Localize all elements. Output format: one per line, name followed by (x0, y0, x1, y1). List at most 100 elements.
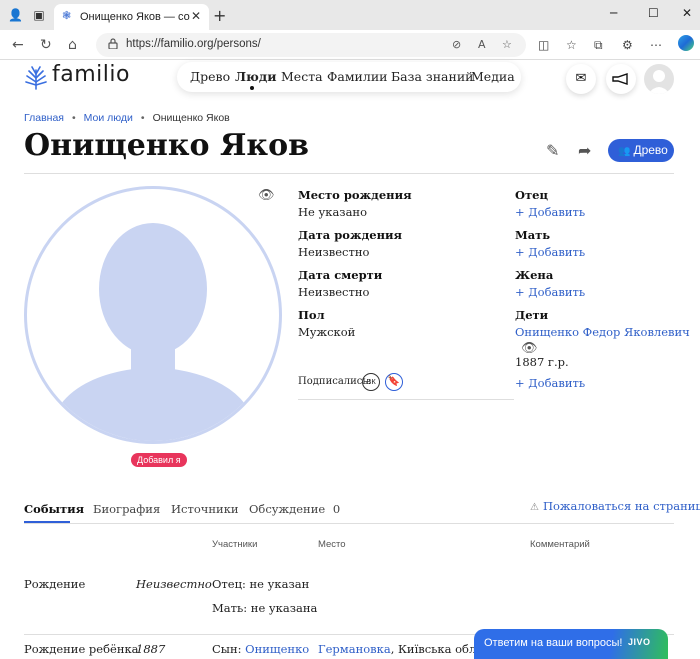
breadcrumb-separator: • (71, 112, 76, 124)
breadcrumb-current: Онищенко Яков (152, 112, 230, 124)
death-date-value: Неизвестно (298, 285, 370, 299)
maximize-icon[interactable]: ☐ (648, 6, 659, 20)
breadcrumb-separator: • (140, 112, 145, 124)
warning-icon: ⚠ (530, 502, 539, 513)
tracking-icon[interactable]: ⊘ (452, 38, 461, 51)
event-name: Рождение (24, 577, 86, 591)
read-aloud-icon[interactable]: A (478, 38, 486, 51)
tab-events[interactable]: События (24, 502, 84, 516)
user-avatar[interactable] (644, 64, 674, 94)
birth-date-value: Неизвестно (298, 245, 370, 259)
tab-discussion[interactable]: Обсуждение 0 (249, 502, 340, 516)
nav-people[interactable]: Люди (235, 69, 276, 84)
nav-places[interactable]: Места (281, 69, 323, 84)
url-text: https://familio.org/persons/ (126, 38, 261, 50)
birth-place-label: Место рождения (298, 188, 412, 202)
breadcrumb-home[interactable]: Главная (24, 112, 64, 124)
collections-icon[interactable]: ⧉ (594, 38, 603, 53)
children-label: Дети (515, 308, 549, 322)
browser-tab-bar: 👤 ▣ ❃ Онищенко Яков — сохранить п ✕ + ─ … (0, 0, 700, 30)
refresh-icon[interactable]: ↻ (40, 37, 52, 53)
url-field[interactable]: https://familio.org/persons/ ⊘ A ☆ (96, 33, 526, 57)
person-photo[interactable] (24, 186, 282, 444)
breadcrumb: Главная • Мои люди • Онищенко Яков (24, 112, 230, 124)
user-silhouette-icon (648, 70, 670, 94)
death-date-label: Дата смерти (298, 268, 383, 282)
browser-tab-title: Онищенко Яков — сохранить п (80, 11, 190, 23)
column-header-comment: Комментарий (530, 539, 590, 550)
active-nav-indicator (250, 86, 254, 90)
tab-biography[interactable]: Биография (93, 502, 160, 516)
new-tab-icon[interactable]: + (213, 6, 226, 25)
tab-discussion-label: Обсуждение (249, 502, 326, 516)
birth-place-value: Не указано (298, 205, 368, 219)
back-icon[interactable]: ← (12, 37, 24, 53)
extensions-icon[interactable]: ⚙ (622, 38, 633, 52)
event-participant-mother: Мать: не указана (212, 601, 318, 615)
page-title: Онищенко Яков (24, 128, 309, 163)
tree-button[interactable]: 👥 Древо (608, 139, 674, 162)
title-divider (24, 173, 674, 174)
minimize-icon[interactable]: ─ (610, 6, 617, 20)
tree-logo-icon (25, 66, 47, 90)
browser-tab[interactable]: ❃ Онищенко Яков — сохранить п ✕ (54, 4, 209, 30)
add-wife-link[interactable]: + Добавить (515, 285, 585, 299)
add-father-link[interactable]: + Добавить (515, 205, 585, 219)
report-page-label: Пожаловаться на страницу (542, 499, 700, 513)
mother-label: Мать (515, 228, 551, 242)
report-page-link[interactable]: ⚠ Пожаловаться на страницу (530, 499, 700, 513)
column-header-place: Место (318, 539, 346, 550)
subscriber-bookmark-icon[interactable]: 🔖 (385, 373, 403, 391)
subscribers-divider (298, 399, 514, 400)
edit-pencil-icon[interactable]: ✎ (546, 141, 559, 160)
window-close-icon[interactable]: ✕ (682, 6, 692, 20)
tab-sources[interactable]: Источники (171, 502, 239, 516)
tab-actions-icon[interactable]: ▣ (32, 8, 46, 22)
child-visibility-eye-icon[interactable]: 👁 (521, 341, 538, 356)
copilot-icon[interactable] (678, 35, 694, 51)
tree-button-label: Древо (633, 143, 668, 157)
visibility-eye-icon[interactable]: 👁 (258, 188, 275, 203)
person-silhouette-icon (47, 223, 259, 441)
horn-icon (612, 73, 628, 85)
chat-brand: JIVO (628, 637, 651, 647)
chat-widget[interactable]: Ответим на ваши вопросы! JIVO (474, 629, 668, 659)
event-name: Рождение ребёнка (24, 642, 139, 656)
share-icon[interactable]: ➦ (578, 141, 591, 160)
nav-surnames[interactable]: Фамилии (327, 69, 388, 84)
favorite-star-icon[interactable]: ☆ (502, 38, 512, 51)
home-icon[interactable]: ⌂ (68, 37, 77, 53)
child-link[interactable]: Онищенко Федор Яковлевич (515, 325, 690, 339)
wife-label: Жена (515, 268, 554, 282)
gender-value: Мужской (298, 325, 356, 339)
event-participant-son: Сын: Онищенко (212, 642, 309, 656)
column-header-participants: Участники (212, 539, 258, 550)
tabs-divider (24, 523, 674, 524)
main-navigation: Древо Люди Места Фамилии База знаний Мед… (177, 62, 521, 92)
breadcrumb-my-people[interactable]: Мои люди (84, 112, 133, 124)
subscribers-label: Подписались: (298, 376, 372, 387)
discussion-count: 0 (332, 502, 341, 516)
logo-wordmark: familio (52, 62, 130, 87)
participant-link[interactable]: Онищенко (245, 642, 309, 656)
favorites-icon[interactable]: ☆ (566, 38, 577, 52)
father-label: Отец (515, 188, 548, 202)
messages-button[interactable]: ✉ (566, 64, 596, 94)
close-tab-icon[interactable]: ✕ (191, 9, 201, 23)
lock-icon (108, 38, 118, 52)
add-child-link[interactable]: + Добавить (515, 376, 585, 390)
people-group-icon: 👥 (618, 146, 631, 157)
place-link[interactable]: Германовка (318, 642, 391, 656)
chat-message: Ответим на ваши вопросы! (484, 637, 623, 649)
add-mother-link[interactable]: + Добавить (515, 245, 585, 259)
added-by-me-badge: Добавил я (131, 453, 187, 467)
subscriber-vk-badge[interactable]: ВК (362, 373, 380, 391)
split-screen-icon[interactable]: ◫ (538, 38, 549, 52)
nav-tree[interactable]: Древо (190, 69, 230, 84)
nav-knowledge-base[interactable]: База знаний (391, 69, 473, 84)
nav-media[interactable]: Медиа (471, 69, 515, 84)
profile-icon[interactable]: 👤 (8, 8, 23, 22)
child-birth-year: 1887 г.р. (515, 355, 569, 369)
notifications-button[interactable] (606, 64, 636, 94)
more-menu-icon[interactable]: ⋯ (650, 38, 662, 52)
